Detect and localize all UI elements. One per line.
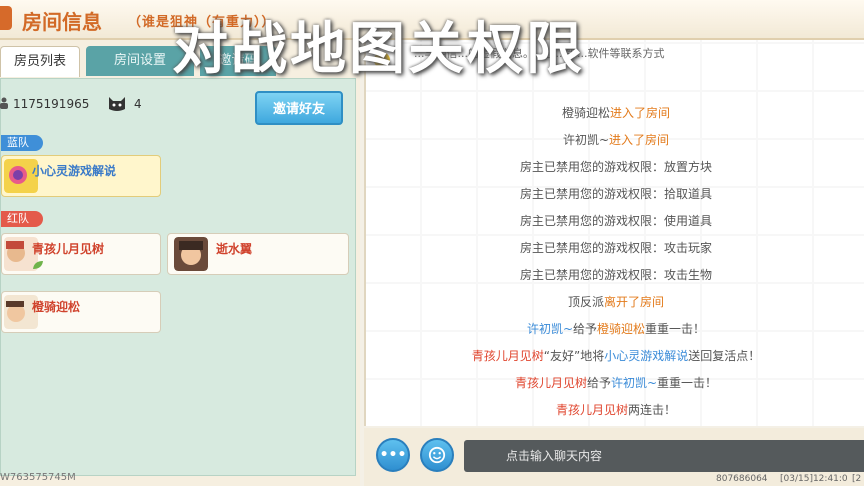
- footer-user-id: W763575745M: [0, 472, 76, 483]
- footer-timestamp: [03/15]12:41:0: [780, 474, 848, 484]
- player-card-blue-1[interactable]: 小心灵游戏解说: [1, 155, 161, 197]
- member-count: 4: [134, 97, 142, 111]
- player-name: 青孩儿月见树: [32, 242, 105, 256]
- team-blue-label: 蓝队: [1, 135, 43, 151]
- invite-friends-button[interactable]: 邀请好友: [255, 91, 343, 125]
- tab-members[interactable]: 房员列表: [0, 46, 80, 77]
- player-avatar: [174, 237, 208, 271]
- chat-message: 橙骑迎松进入了房间: [561, 106, 671, 120]
- ellipsis-icon[interactable]: •••: [376, 438, 410, 472]
- members-list: 1175191965 4 邀请好友 蓝队 小心灵游戏解说 红队 青孩儿月见树 逝…: [0, 78, 356, 476]
- chat-message: 许初凯~给予橙骑迎松重重一击！: [526, 322, 706, 336]
- smile-icon[interactable]: [420, 438, 454, 472]
- leaf-icon: [33, 261, 43, 269]
- player-card-red-2[interactable]: 逝水翼: [167, 233, 349, 275]
- chat-message: 房主已禁用您的游戏权限：放置方块: [519, 160, 712, 174]
- player-card-red-1[interactable]: 青孩儿月见树: [1, 233, 161, 275]
- chat-message: 许初凯~进入了房间: [562, 133, 670, 147]
- chat-message: 青孩儿月见树给予许初凯~重重一击！: [514, 376, 718, 390]
- footer-server-id: 807686064: [716, 474, 768, 484]
- chat-panel: ...与相信...的虚假消息。...止...等...软件等联系方式 橙骑迎松进入…: [364, 40, 864, 426]
- chat-message: 房主已禁用您的游戏权限：攻击生物: [519, 268, 712, 282]
- title-accent-icon: [0, 6, 12, 30]
- chat-message: 房主已禁用您的游戏权限：攻击玩家: [519, 241, 712, 255]
- chat-message: 房主已禁用您的游戏权限：拾取道具: [519, 187, 712, 201]
- chat-input[interactable]: 点击输入聊天内容: [464, 440, 864, 472]
- room-id: 1175191965: [13, 97, 90, 111]
- chat-background-pattern: [366, 40, 864, 426]
- members-panel: 房员列表 房间设置 邀请码 1175191965 4 邀请好友 蓝队 小心灵游戏…: [0, 40, 360, 486]
- user-icon: [0, 97, 8, 109]
- cat-icon: [109, 97, 125, 111]
- player-card-red-3[interactable]: 橙骑迎松: [1, 291, 161, 333]
- player-name: 逝水翼: [216, 242, 253, 256]
- player-name: 小心灵游戏解说: [32, 164, 117, 178]
- chat-message: 青孩儿月见树两连击！: [555, 403, 677, 417]
- page-title: 房间信息: [22, 10, 102, 34]
- footer-suffix: [2: [852, 474, 862, 484]
- team-red-label: 红队: [1, 211, 43, 227]
- chat-message: 青孩儿月见树“友好”地将小心灵游戏解说送回复活点！: [471, 349, 761, 363]
- chat-message: 房主已禁用您的游戏权限：使用道具: [519, 214, 712, 228]
- player-name: 橙骑迎松: [32, 300, 81, 314]
- chat-message: 顶反派离开了房间: [567, 295, 665, 309]
- video-overlay-caption: 对战地图关权限: [172, 17, 585, 82]
